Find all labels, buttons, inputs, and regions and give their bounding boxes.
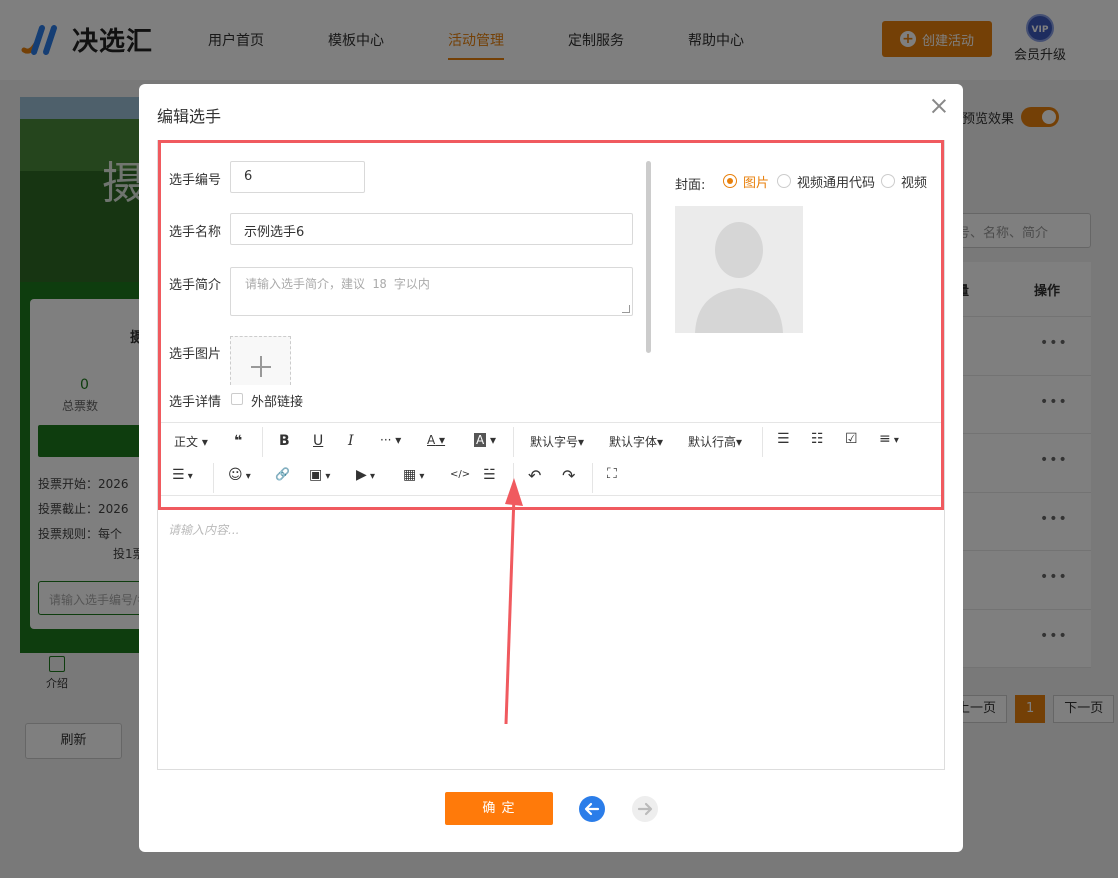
editor-content-area[interactable]: 请输入内容... — [168, 521, 239, 538]
confirm-button[interactable]: 确 定 — [445, 792, 553, 825]
dialog-title: 编辑选手 — [157, 107, 222, 126]
previous-arrow-icon[interactable] — [579, 796, 605, 822]
close-icon[interactable] — [931, 98, 947, 114]
annotation-arrow-icon — [504, 478, 523, 725]
annotation-highlight-box — [158, 140, 944, 510]
next-arrow-icon[interactable] — [632, 796, 658, 822]
